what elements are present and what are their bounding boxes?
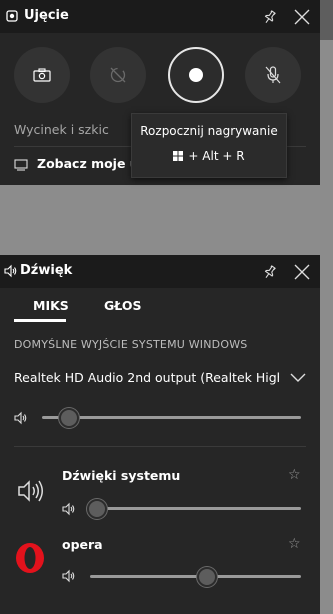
pin-button[interactable] [257, 259, 283, 285]
star-icon[interactable]: ☆ [288, 536, 301, 552]
tab-voice[interactable]: GŁOS [104, 298, 141, 313]
mic-button[interactable] [245, 47, 301, 103]
camera-icon [33, 68, 51, 82]
close-button[interactable] [289, 4, 315, 30]
record-last-disabled-icon [110, 67, 126, 83]
pin-icon [264, 10, 276, 24]
opera-volume-thumb[interactable] [197, 567, 218, 587]
chevron-down-icon [290, 373, 306, 382]
pin-icon [264, 265, 276, 279]
app-name-opera: opera [62, 537, 103, 552]
close-icon [294, 9, 310, 25]
gallery-icon [14, 159, 28, 171]
shortcut-keys: + Alt + R [188, 149, 245, 163]
screenshot-button[interactable] [14, 47, 70, 103]
volume-icon[interactable] [62, 569, 78, 583]
device-volume-thumb[interactable] [58, 408, 79, 428]
output-device-value: Realtek HD Audio 2nd output (Realtek Hig… [14, 370, 279, 385]
record-tooltip: Rozpocznij nagrywanie + Alt + R [131, 113, 287, 178]
output-device-dropdown[interactable]: Realtek HD Audio 2nd output (Realtek Hig… [14, 370, 306, 390]
opera-volume-track[interactable] [90, 575, 301, 578]
divider [14, 446, 306, 447]
record-button[interactable] [168, 47, 224, 103]
tooltip-text: Rozpocznij nagrywanie [140, 124, 278, 138]
section-header: DOMYŚLNE WYJŚCIE SYSTEMU WINDOWS [14, 338, 248, 351]
tab-mix[interactable]: MIKS [33, 298, 69, 313]
close-icon [294, 264, 310, 280]
capture-title: Ujęcie [24, 8, 69, 23]
record-last-button[interactable] [90, 47, 146, 103]
windows-logo-icon [173, 151, 184, 161]
capture-titlebar[interactable]: Ujęcie [0, 0, 320, 33]
speaker-icon [4, 264, 17, 278]
app-name-system-sounds: Dźwięki systemu [62, 468, 181, 483]
snip-and-sketch-link[interactable]: Wycinek i szkic [14, 122, 109, 137]
mic-muted-icon [265, 66, 281, 84]
system-sounds-icon [18, 480, 43, 502]
star-icon[interactable]: ☆ [288, 467, 301, 483]
tooltip-shortcut: + Alt + R [132, 149, 286, 163]
system-sounds-volume-track[interactable] [90, 507, 301, 510]
record-dot-icon [189, 68, 203, 82]
volume-icon[interactable] [62, 502, 78, 516]
audio-titlebar[interactable]: Dźwięk [0, 255, 320, 288]
opera-icon [16, 543, 44, 573]
close-button[interactable] [289, 259, 315, 285]
device-volume-track[interactable] [42, 416, 301, 419]
active-tab-indicator [14, 319, 66, 322]
capture-icon [6, 10, 18, 22]
volume-icon[interactable] [14, 411, 30, 425]
pin-button[interactable] [257, 4, 283, 30]
audio-title: Dźwięk [20, 263, 73, 278]
